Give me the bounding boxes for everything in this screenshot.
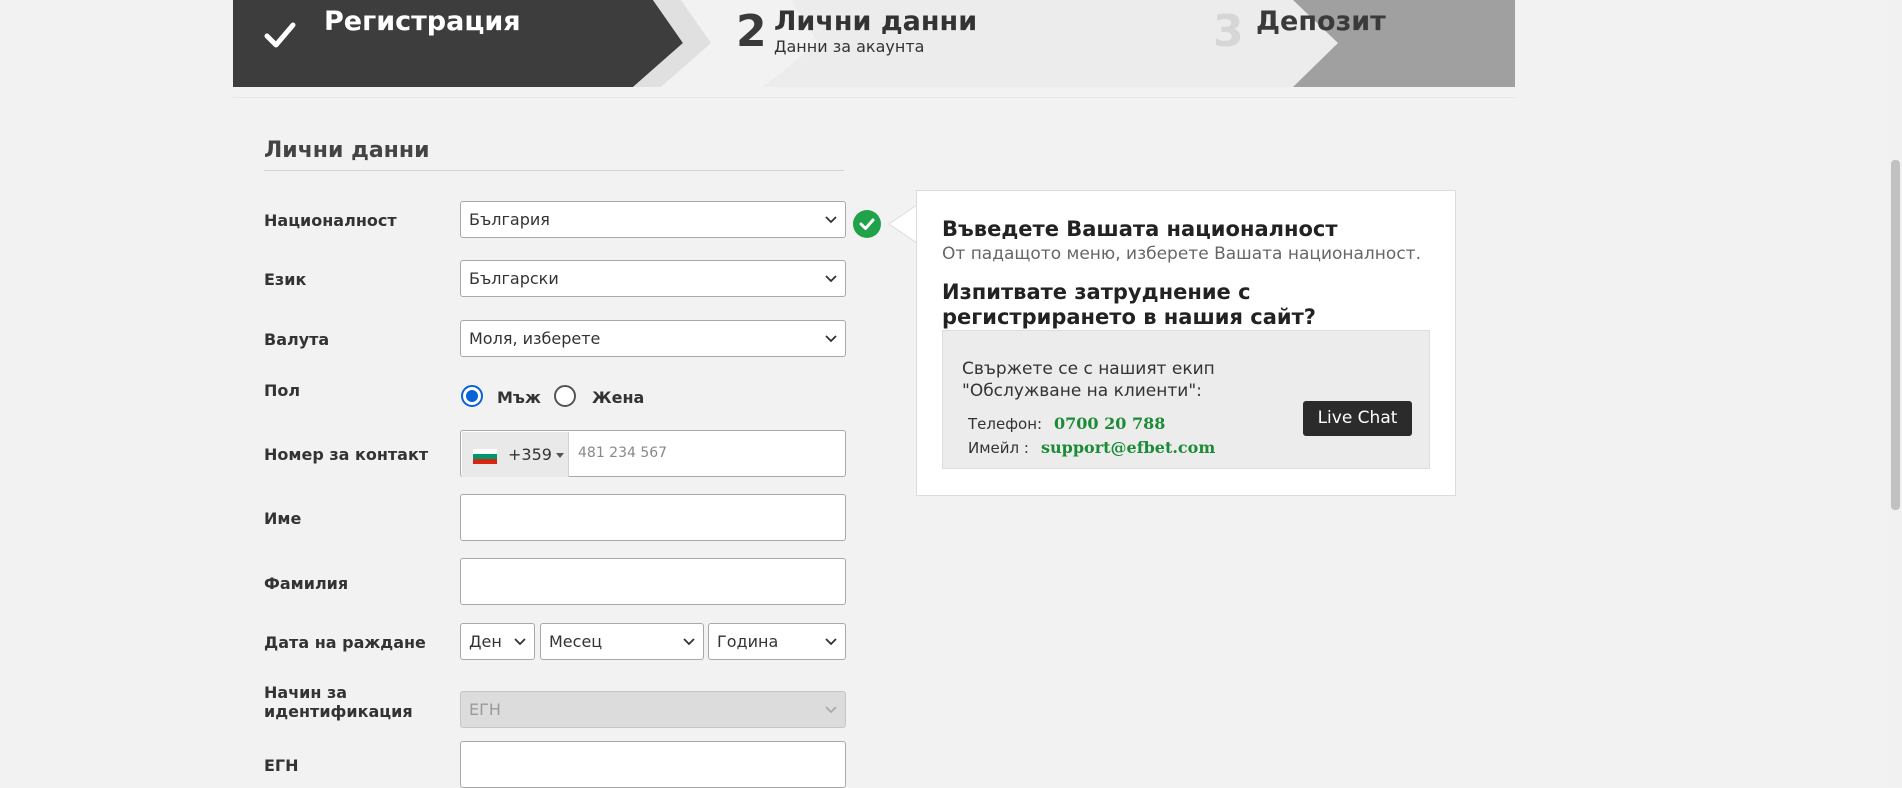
support-box: Свържете се с нашият екип "Обслужване на… [942,330,1430,469]
gender-label: Пол [264,381,301,400]
step-deposit-title: Депозит [1256,6,1386,37]
valid-check-icon [853,210,881,238]
nationality-select[interactable]: България [460,201,846,238]
birth-month-select[interactable]: Месец [540,623,704,660]
chevron-down-icon [683,638,695,646]
id-method-label-line1: Начин за [264,683,348,702]
birth-date-label: Дата на раждане [264,633,426,652]
chevron-down-icon [825,216,837,224]
chevron-down-icon [825,335,837,343]
id-method-value: ЕГН [469,700,501,719]
egn-input[interactable] [460,741,846,788]
gender-female-radio[interactable] [554,385,576,407]
checkmark-icon [264,22,296,48]
section-divider [264,170,844,171]
phone-field[interactable]: +359 481 234 567 [460,430,846,477]
chevron-down-icon [514,638,526,646]
phone-contact-label: Телефон: [968,415,1043,433]
birth-day-value: Ден [469,632,502,651]
nationality-label: Националност [264,211,397,230]
phone-placeholder: 481 234 567 [578,445,668,461]
support-title: Изпитвате затруднение с регистрирането в… [942,280,1316,329]
nationality-value: България [469,210,550,229]
step-personal-number: 2 [736,6,767,57]
gender-male-radio[interactable] [461,385,483,407]
phone-label: Номер за контакт [264,445,429,464]
country-code-dropdown[interactable]: +359 [462,432,569,477]
egn-label: ЕГН [264,756,299,775]
gender-female-label[interactable]: Жена [592,388,644,407]
currency-label: Валута [264,330,330,349]
language-select[interactable]: Български [460,260,846,297]
chevron-down-icon [825,706,837,714]
currency-select[interactable]: Моля, изберете [460,320,846,357]
gender-male-label[interactable]: Мъж [497,388,541,407]
help-panel: Въведете Вашата националност От падащото… [916,190,1456,496]
help-text: От падащото меню, изберете Вашата национ… [942,244,1421,264]
support-text-line1: Свържете се с нашият екип [962,359,1215,379]
birth-month-value: Месец [549,632,603,651]
id-method-label-line2: идентификация [264,702,413,721]
currency-value: Моля, изберете [469,329,601,348]
birth-year-value: Година [717,632,779,651]
registration-page: Регистрация 2 Лични данни Данни за акаун… [233,0,1515,788]
support-text: Свържете се с нашият екип "Обслужване на… [962,358,1262,402]
first-name-label: Име [264,509,302,528]
birth-year-select[interactable]: Година [708,623,846,660]
last-name-label: Фамилия [264,574,349,593]
step-personal-subtitle: Данни за акаунта [774,37,925,56]
email-contact-label: Имейл : [968,439,1029,457]
divider [233,97,1515,98]
chevron-down-icon [825,638,837,646]
chevron-down-icon [825,275,837,283]
scrollbar-thumb[interactable] [1891,160,1900,510]
step-registration-title: Регистрация [324,6,521,37]
email-contact-link[interactable]: support@efbet.com [1041,438,1215,457]
registration-steps: Регистрация 2 Лични данни Данни за акаун… [233,0,1515,87]
bulgaria-flag-icon [473,449,497,464]
phone-contact-value[interactable]: 0700 20 788 [1054,414,1165,433]
page-scrollbar[interactable] [1888,0,1902,787]
country-code: +359 [508,445,552,464]
last-name-input[interactable] [460,558,846,605]
first-name-input[interactable] [460,494,846,541]
step-personal-title: Лични данни [774,6,978,37]
caret-down-icon [556,453,564,458]
step-deposit-number: 3 [1213,6,1244,57]
support-text-line2: "Обслужване на клиенти": [962,381,1202,401]
info-pointer [888,205,918,245]
id-method-select: ЕГН [460,691,846,728]
live-chat-button[interactable]: Live Chat [1303,401,1412,436]
id-method-label: Начин за идентификация [264,683,413,721]
birth-day-select[interactable]: Ден [460,623,535,660]
language-value: Български [469,269,559,288]
help-title: Въведете Вашата националност [942,217,1338,241]
language-label: Език [264,270,307,289]
section-title: Лични данни [264,138,430,163]
